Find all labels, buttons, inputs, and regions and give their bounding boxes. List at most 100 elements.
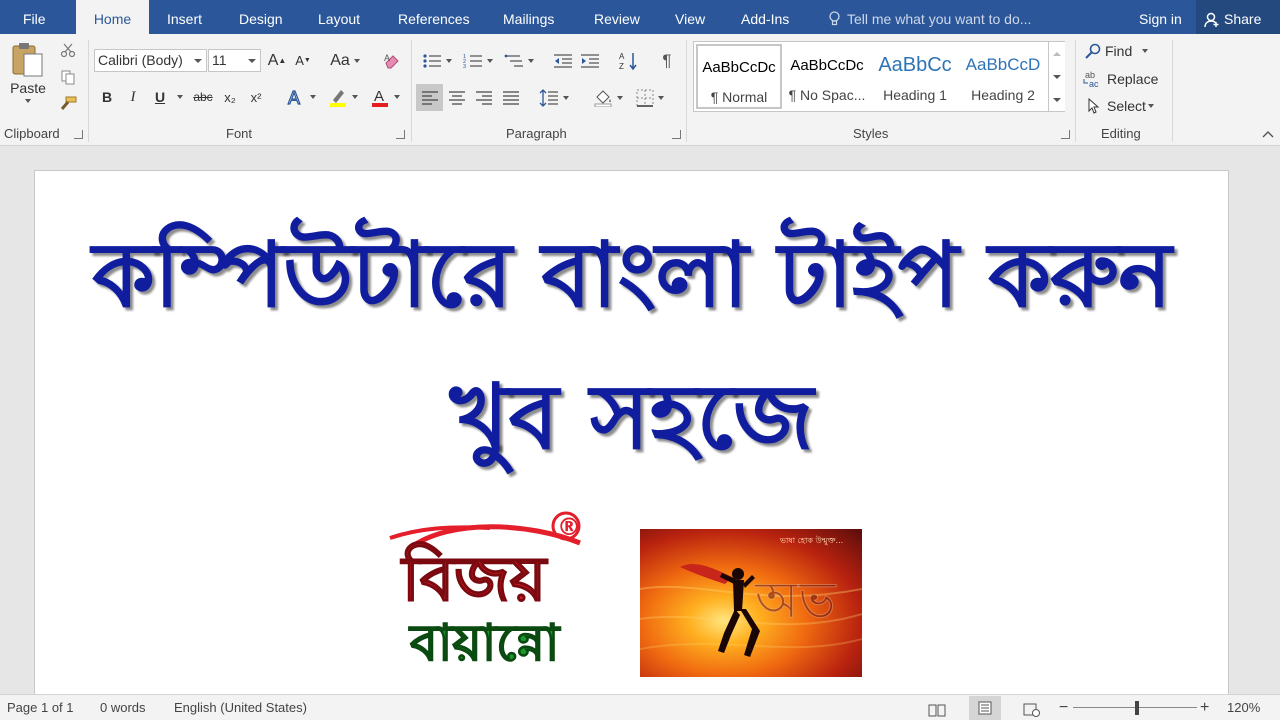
clipboard-dialog-launcher[interactable] (74, 130, 83, 139)
runner-silhouette-graphic: ভাষা হোক উন্মুক্ত... অভ (640, 535, 862, 657)
tab-home[interactable]: Home (76, 0, 149, 34)
justify-icon (503, 90, 519, 105)
shading-button[interactable] (589, 84, 627, 111)
font-name-box[interactable]: Calibri (Body) (94, 49, 207, 72)
tab-add-ins[interactable]: Add-Ins (741, 0, 789, 34)
style-no-spacing[interactable]: AaBbCcDc ¶ No Spac... (784, 44, 870, 109)
replace-button[interactable]: ab ac Replace (1083, 68, 1158, 90)
gallery-scroll-up[interactable] (1048, 42, 1065, 65)
multilevel-list-button[interactable] (500, 49, 538, 72)
subscript-button[interactable]: x₂ (219, 86, 241, 108)
chevron-down-icon (177, 95, 183, 99)
tell-me-search[interactable]: Tell me what you want to do... (828, 0, 1031, 34)
numbering-button[interactable]: 123 (459, 49, 497, 72)
tab-view[interactable]: View (675, 0, 705, 34)
page-count[interactable]: Page 1 of 1 (7, 695, 74, 720)
replace-icon: abac (1083, 70, 1099, 88)
align-center-button[interactable] (444, 84, 470, 111)
find-button[interactable]: Find (1085, 40, 1149, 62)
strikethrough-button[interactable]: abc (190, 86, 216, 108)
chevron-down-icon (310, 95, 316, 99)
select-button[interactable]: Select (1087, 95, 1154, 117)
bijoy-bayanno-logo[interactable]: বিজয় ® বায়ান্নো (380, 498, 590, 678)
paint-bucket-icon (594, 89, 612, 107)
superscript-button[interactable]: x² (245, 86, 267, 108)
sort-button[interactable]: AZ (617, 49, 641, 72)
tab-mailings[interactable]: Mailings (503, 0, 554, 34)
language-indicator[interactable]: English (United States) (174, 695, 307, 720)
font-color-button[interactable]: A (366, 86, 404, 108)
font-dialog-launcher[interactable] (396, 130, 405, 139)
collapse-ribbon-button[interactable] (1260, 126, 1276, 142)
style-preview: AaBbCcD (965, 55, 1041, 74)
increase-indent-button[interactable] (578, 49, 602, 72)
style-preview: AaBbCcDc (702, 59, 776, 76)
format-painter-button[interactable] (58, 94, 78, 114)
logo-bottom-text: বায়ান্নো (408, 614, 561, 672)
font-size-value: 11 (212, 52, 227, 68)
tab-file[interactable]: File (23, 0, 46, 34)
chevron-up-icon (1262, 131, 1274, 138)
highlight-color-button[interactable] (324, 86, 362, 108)
text-effects-button[interactable]: A (282, 86, 320, 108)
shrink-font-button[interactable]: A ▼ (292, 49, 314, 72)
font-color-icon: A (372, 88, 388, 107)
share-button[interactable]: Share (1196, 0, 1280, 34)
lightbulb-icon (829, 11, 840, 26)
word-count[interactable]: 0 words (100, 695, 146, 720)
document-page[interactable]: কম্পিউটারে বাংলা টাইপ করুন খুব সহজে বিজয… (34, 170, 1229, 700)
select-label: Select (1107, 98, 1146, 114)
paintbrush-icon (60, 96, 77, 110)
bold-button[interactable]: B (97, 86, 117, 108)
tab-insert[interactable]: Insert (167, 0, 202, 34)
font-size-box[interactable]: 11 (208, 49, 261, 72)
zoom-out-button[interactable]: − (1059, 695, 1068, 720)
cut-button[interactable] (58, 40, 78, 60)
style-name: ¶ No Spac... (788, 87, 866, 103)
style-heading-1[interactable]: AaBbCc Heading 1 (872, 44, 958, 109)
replace-label: Replace (1107, 71, 1159, 87)
web-layout-button[interactable] (1023, 700, 1041, 717)
show-formatting-marks-button[interactable]: ¶ (655, 49, 679, 72)
chevron-down-icon (248, 59, 256, 63)
gallery-more-button[interactable] (1048, 88, 1065, 111)
style-heading-2[interactable]: AaBbCcD Heading 2 (960, 44, 1046, 109)
read-mode-button[interactable] (928, 700, 946, 717)
title-tab-bar: File Home Insert Design Layout Reference… (0, 0, 1280, 34)
style-normal[interactable]: AaBbCcDc ¶ Normal (696, 44, 782, 109)
align-left-button[interactable] (416, 84, 443, 111)
align-right-button[interactable] (471, 84, 497, 111)
ekushe-runner-image[interactable]: ভাষা হোক উন্মুক্ত... অভ (640, 529, 862, 677)
paragraph-dialog-launcher[interactable] (672, 130, 681, 139)
bullets-button[interactable] (418, 49, 456, 72)
gallery-scroll-down[interactable] (1048, 65, 1065, 88)
copy-button[interactable] (58, 67, 78, 87)
share-person-icon (1204, 12, 1219, 28)
print-layout-button[interactable] (969, 696, 1001, 720)
paste-button[interactable]: Paste (4, 38, 52, 104)
heading-line-1: কম্পিউটারে বাংলা টাইপ করুন (92, 223, 1172, 328)
tab-design[interactable]: Design (239, 0, 283, 34)
borders-button[interactable] (631, 84, 669, 111)
chevron-down-icon (352, 95, 358, 99)
underline-dropdown[interactable] (174, 86, 186, 108)
decrease-indent-button[interactable] (551, 49, 575, 72)
tab-review[interactable]: Review (594, 0, 640, 34)
paste-dropdown-arrow (25, 98, 31, 103)
tab-references[interactable]: References (398, 0, 470, 34)
underline-button[interactable]: U (150, 86, 170, 108)
line-spacing-button[interactable] (535, 84, 573, 111)
sort-az-icon: AZ (619, 52, 637, 71)
numbered-list-icon: 123 (463, 54, 482, 69)
styles-dialog-launcher[interactable] (1061, 130, 1070, 139)
zoom-in-button[interactable]: + (1200, 695, 1209, 720)
tab-layout[interactable]: Layout (318, 0, 360, 34)
sign-in-link[interactable]: Sign in (1139, 0, 1182, 34)
italic-button[interactable]: I (123, 86, 143, 108)
clear-formatting-button[interactable]: A (380, 49, 404, 72)
change-case-button[interactable]: Aa (326, 49, 364, 72)
grow-font-button[interactable]: A ▲ (266, 49, 288, 72)
zoom-level[interactable]: 120% (1227, 695, 1260, 720)
zoom-slider-thumb[interactable] (1135, 701, 1139, 715)
justify-button[interactable] (498, 84, 524, 111)
